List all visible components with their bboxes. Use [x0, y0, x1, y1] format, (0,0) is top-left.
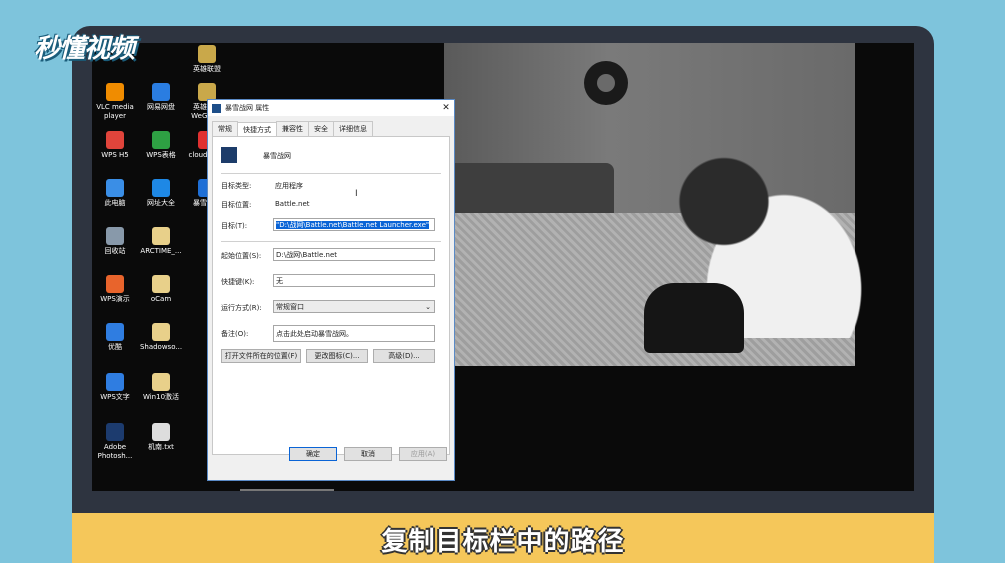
comment-label: 备注(O): — [221, 330, 249, 338]
desktop-icon-label: 英雄联盟 — [193, 65, 221, 73]
lol-icon — [198, 45, 216, 63]
desktop-icon-label: 回收站 — [104, 247, 126, 255]
target-label: 目标(T): — [221, 222, 248, 230]
change-icon-button[interactable]: 更改图标(C)... — [306, 349, 368, 363]
divider — [221, 173, 441, 174]
target-type-label: 目标类型: — [221, 182, 252, 190]
photo-viewer-image — [444, 43, 864, 366]
target-field[interactable]: "D:\战网\Battle.net\Battle.net Launcher.ex… — [273, 218, 435, 231]
advanced-button[interactable]: 高级(D)... — [373, 349, 435, 363]
desktop-icon[interactable]: ARCTIME_... — [138, 227, 184, 256]
desktop-icon-label: Win10激活 — [142, 393, 180, 401]
desktop-icon-label: Adobe Photosh... — [97, 443, 133, 460]
desktop-icon[interactable]: 优酷 — [92, 323, 138, 352]
netdisk-icon — [152, 83, 170, 101]
desktop-icon[interactable]: 此电脑 — [92, 179, 138, 208]
battlenet-icon — [221, 147, 237, 163]
desktop-icon-label: 机南.txt — [148, 443, 174, 451]
wps-doc-icon — [106, 373, 124, 391]
battlenet-icon — [212, 103, 221, 113]
run-select[interactable]: 常规窗口 ⌄ — [273, 300, 435, 313]
app-name: 暴雪战网 — [263, 152, 291, 160]
apply-button[interactable]: 应用(A) — [399, 447, 447, 461]
desktop-icon[interactable]: Win10激活 — [138, 373, 184, 402]
desktop-icon[interactable]: oCam — [138, 275, 184, 304]
desktop-icon-label: WPS表格 — [146, 151, 176, 159]
ok-button[interactable]: 确定 — [289, 447, 337, 461]
target-location-label: 目标位置: — [221, 201, 252, 209]
desktop-screen: 英雄联盟VLC media player网易网盘英雄联盟 WeGameWPS H… — [92, 43, 914, 491]
desktop-icon-label: 网址大全 — [147, 199, 175, 207]
window-stub — [240, 489, 334, 491]
desktop-icon[interactable]: Adobe Photosh... — [92, 423, 138, 461]
youku-icon — [106, 323, 124, 341]
tab-bar: 常规 快捷方式 兼容性 安全 详细信息 — [212, 121, 450, 137]
wps-sheet-icon — [152, 131, 170, 149]
tab-compatibility[interactable]: 兼容性 — [276, 121, 309, 136]
desktop-icon-label: WPS文字 — [100, 393, 130, 401]
desktop-icon[interactable]: 网址大全 — [138, 179, 184, 208]
desktop-icon[interactable]: WPS演示 — [92, 275, 138, 304]
desktop-icon-label: oCam — [150, 295, 172, 303]
tab-security[interactable]: 安全 — [308, 121, 334, 136]
dialog-titlebar[interactable]: 暴雪战网 属性 ✕ — [208, 100, 454, 116]
desktop-icon-label: WPS演示 — [100, 295, 130, 303]
open-file-location-button[interactable]: 打开文件所在的位置(F) — [221, 349, 301, 363]
txt-icon — [152, 423, 170, 441]
target-location-value: Battle.net — [275, 200, 310, 208]
vlc-icon — [106, 83, 124, 101]
desktop-icon[interactable]: WPS表格 — [138, 131, 184, 160]
photoshop-icon — [106, 423, 124, 441]
file-icon — [152, 227, 170, 245]
desktop-icon-label: VLC media player — [96, 103, 134, 120]
brand-logo: 秒懂视频 — [34, 34, 135, 64]
desktop-icon[interactable]: 机南.txt — [138, 423, 184, 452]
desktop-icon[interactable]: WPS H5 — [92, 131, 138, 160]
target-field-text: "D:\战网\Battle.net\Battle.net Launcher.ex… — [276, 221, 430, 229]
desktop-icon-label: Shadowso... — [139, 343, 183, 351]
desktop-icon[interactable]: 英雄联盟 — [184, 45, 230, 74]
wps-h5-icon — [106, 131, 124, 149]
wps-ppt-icon — [106, 275, 124, 293]
desktop-icon[interactable]: 网易网盘 — [138, 83, 184, 112]
tab-details[interactable]: 详细信息 — [333, 121, 373, 136]
desktop-icon[interactable]: VLC media player — [92, 83, 138, 121]
desktop-icon[interactable]: Shadowso... — [138, 323, 184, 352]
tab-shortcut[interactable]: 快捷方式 — [237, 122, 277, 137]
cancel-button[interactable]: 取消 — [344, 447, 392, 461]
photo-wreath — [584, 61, 628, 105]
desktop-icon-label: 此电脑 — [104, 199, 126, 207]
target-type-value: 应用程序 — [275, 182, 303, 190]
subtitle-bar: 复制目标栏中的路径 — [72, 513, 934, 563]
desktop-icon-label: 网易网盘 — [147, 103, 175, 111]
computer-icon — [106, 179, 124, 197]
subtitle-text: 复制目标栏中的路径 — [381, 527, 625, 557]
file-icon — [152, 373, 170, 391]
run-label: 运行方式(R): — [221, 304, 262, 312]
tab-general[interactable]: 常规 — [212, 121, 238, 136]
properties-dialog[interactable]: 暴雪战网 属性 ✕ 常规 快捷方式 兼容性 安全 详细信息 暴雪战网 目标类型:… — [207, 99, 455, 481]
shortcut-panel: 暴雪战网 目标类型: 应用程序 目标位置: Battle.net I 目标(T)… — [212, 136, 450, 455]
chevron-down-icon: ⌄ — [425, 303, 431, 311]
desktop-icon-label: WPS H5 — [101, 151, 129, 159]
dialog-title: 暴雪战网 属性 — [225, 104, 270, 112]
start-in-label: 起始位置(S): — [221, 252, 262, 260]
desktop-icon[interactable]: 回收站 — [92, 227, 138, 256]
ie-icon — [152, 179, 170, 197]
photo-telephone — [644, 283, 744, 353]
file-icon — [152, 323, 170, 341]
divider — [221, 241, 441, 242]
recycle-bin-icon — [106, 227, 124, 245]
desktop-icon-label: 优酷 — [108, 343, 122, 351]
comment-field[interactable]: 点击此处启动暴雪战网。 — [273, 325, 435, 342]
run-select-value: 常规窗口 — [276, 303, 304, 311]
start-in-field[interactable]: D:\战网\Battle.net — [273, 248, 435, 261]
text-cursor-icon: I — [355, 189, 358, 199]
desktop-icon[interactable]: WPS文字 — [92, 373, 138, 402]
shortcut-key-field[interactable]: 无 — [273, 274, 435, 287]
shortcut-key-label: 快捷键(K): — [221, 278, 255, 286]
close-icon[interactable]: ✕ — [438, 103, 454, 113]
file-icon — [152, 275, 170, 293]
desktop-icon-label: ARCTIME_... — [140, 247, 182, 255]
